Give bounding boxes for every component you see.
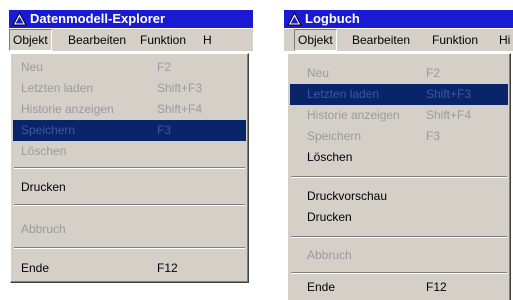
menu-bar: Objekt Bearbeiten Funktion Hi [284, 29, 513, 51]
warning-triangle-icon [287, 12, 302, 26]
menu-separator [14, 204, 245, 206]
menu-separator [14, 167, 245, 169]
menu-separator [291, 236, 507, 238]
title-bar[interactable]: Logbuch [284, 10, 513, 28]
menu-item-drucken[interactable]: Drucken [13, 177, 246, 198]
menu-item-historie-anzeigen[interactable]: Historie anzeigen Shift+F4 [290, 105, 508, 126]
menu-bearbeiten[interactable]: Bearbeiten [65, 29, 129, 51]
logbuch-window: Logbuch Objekt Bearbeiten Funktion Hi Ne… [284, 10, 513, 300]
objekt-dropdown: Neu F2 Letzten laden Shift+F3 Historie anz… [287, 53, 511, 300]
menu-item-neu[interactable]: Neu F2 [290, 63, 508, 84]
menu-item-letzten-laden[interactable]: Letzten laden Shift+F3 [13, 78, 246, 99]
menu-item-drucken[interactable]: Drucken [290, 207, 508, 228]
objekt-dropdown: Neu F2 Letzten laden Shift+F3 Historie anz… [10, 53, 249, 283]
menu-bearbeiten[interactable]: Bearbeiten [349, 29, 413, 51]
menu-item-historie-anzeigen[interactable]: Historie anzeigen Shift+F4 [13, 99, 246, 120]
menu-item-neu[interactable]: Neu F2 [13, 57, 246, 78]
menu-item-ende[interactable]: Ende F12 [13, 258, 246, 279]
menu-item-abbruch[interactable]: Abbruch [13, 219, 246, 240]
menu-item-ende[interactable]: Ende F12 [290, 277, 508, 298]
title-bar[interactable]: Datenmodell-Explorer [9, 10, 253, 28]
menu-bar: Objekt Bearbeiten Funktion H [9, 29, 253, 51]
explorer-window: Datenmodell-Explorer Objekt Bearbeiten F… [9, 10, 253, 300]
menu-hilfe[interactable]: Hi [496, 29, 513, 51]
menu-objekt[interactable]: Objekt [9, 29, 52, 51]
warning-triangle-icon [12, 12, 27, 26]
menu-funktion[interactable]: Funktion [137, 29, 189, 51]
menu-item-speichern[interactable]: Speichern F3 [290, 126, 508, 147]
menu-objekt[interactable]: Objekt [294, 29, 337, 51]
menu-item-loeschen[interactable]: Löschen [290, 147, 508, 168]
menu-item-druckvorschau[interactable]: Druckvorschau [290, 186, 508, 207]
menu-item-letzten-laden[interactable]: Letzten laden Shift+F3 [290, 84, 508, 105]
menu-item-loeschen[interactable]: Löschen [13, 141, 246, 162]
menu-separator [291, 272, 507, 274]
menu-funktion[interactable]: Funktion [429, 29, 481, 51]
window-title: Logbuch [305, 11, 360, 26]
menu-item-abbruch[interactable]: Abbruch [290, 245, 508, 266]
menu-item-speichern[interactable]: Speichern F3 [13, 120, 246, 141]
menu-separator [14, 247, 245, 249]
menu-hilfe[interactable]: H [200, 29, 215, 51]
window-title: Datenmodell-Explorer [30, 11, 166, 26]
menu-separator [291, 176, 507, 178]
